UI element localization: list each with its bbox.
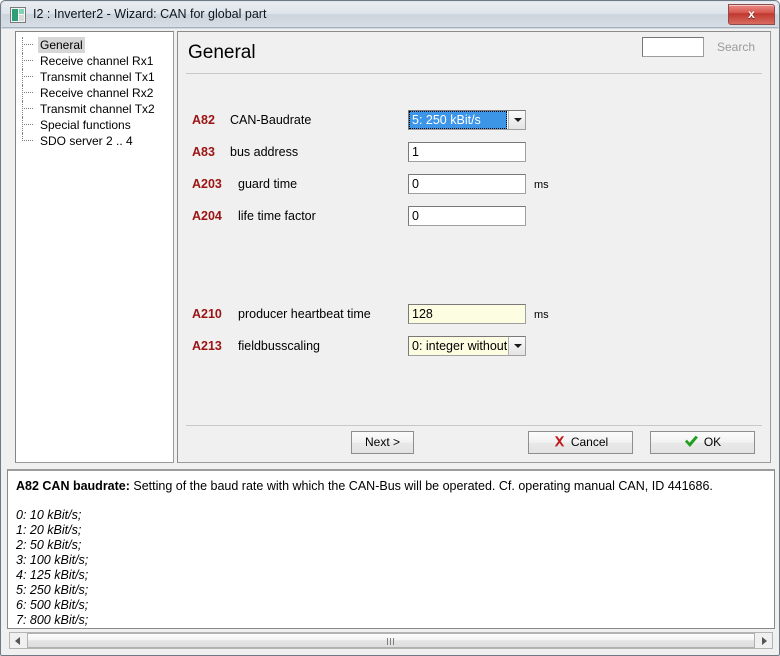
window-title: I2 : Inverter2 - Wizard: CAN for global … (33, 7, 267, 21)
tree-item-label: SDO server 2 .. 4 (40, 134, 133, 148)
scrollbar-grip-icon (387, 638, 396, 645)
tree-connector-dash (22, 76, 33, 78)
param-label-a204: life time factor (238, 209, 316, 223)
title-bar[interactable]: I2 : Inverter2 - Wizard: CAN for global … (2, 2, 778, 28)
help-option-7: 7: 800 kBit/s; (16, 613, 89, 627)
producer-heartbeat-time-input[interactable] (408, 304, 526, 324)
tree-item-receive-channel-rx1[interactable]: Receive channel Rx1 (16, 53, 173, 69)
window-icon (10, 7, 26, 23)
param-label-a203: guard time (238, 177, 298, 191)
help-panel[interactable]: A82 CAN baudrate: Setting of the baud ra… (7, 469, 775, 629)
tree-connector-dash (22, 92, 33, 94)
field-row-a210: A210 producer heartbeat time ms (178, 304, 770, 326)
horizontal-scrollbar[interactable] (9, 632, 773, 649)
search-button[interactable]: Search (707, 37, 765, 57)
field-row-a203: A203 guard time ms (178, 174, 770, 196)
ok-button-label: OK (703, 435, 722, 449)
help-lead-line: A82 CAN baudrate: Setting of the baud ra… (16, 478, 764, 494)
tree-item-label: General (38, 37, 85, 53)
scroll-left-arrow-icon[interactable] (10, 633, 26, 648)
navigation-tree[interactable]: General Receive channel Rx1 Transmit cha… (15, 31, 174, 463)
help-option-0: 0: 10 kBit/s; (16, 508, 82, 522)
field-row-a204: A204 life time factor (178, 206, 770, 228)
param-code-a210: A210 (192, 307, 222, 321)
cancel-x-icon (553, 434, 566, 455)
help-option-4: 4: 125 kBit/s; (16, 568, 89, 582)
param-label-a83: bus address (230, 145, 299, 159)
param-code-a213: A213 (192, 339, 222, 353)
tree-connector-dash (22, 124, 33, 126)
button-bar-divider (186, 425, 762, 426)
tree-item-sdo-server[interactable]: SDO server 2 .. 4 (16, 133, 173, 149)
search-input[interactable] (642, 37, 704, 57)
help-option-2: 2: 50 kBit/s; (16, 538, 82, 552)
help-param-code: A82 CAN baudrate: (16, 479, 130, 493)
param-label-a82: CAN-Baudrate (230, 113, 312, 127)
fieldbusscaling-value: 0: integer without (412, 339, 507, 353)
ok-check-icon (684, 434, 699, 455)
guard-time-unit: ms (534, 179, 549, 191)
guard-time-input[interactable] (408, 174, 526, 194)
dialog-window: I2 : Inverter2 - Wizard: CAN for global … (0, 0, 780, 656)
main-panel: General Search A82 CAN-Baudrate 5: 250 k… (177, 31, 771, 463)
help-spacer (16, 494, 764, 508)
tree-connector-dash (22, 140, 33, 142)
help-option-1: 1: 20 kBit/s; (16, 523, 82, 537)
page-title: General (188, 42, 256, 63)
bus-address-input[interactable] (408, 142, 526, 162)
param-code-a203: A203 (192, 177, 222, 191)
field-row-a83: A83 bus address (178, 142, 770, 164)
life-time-factor-input[interactable] (408, 206, 526, 226)
tree-connector-dash (22, 108, 33, 110)
field-row-a213: A213 fieldbusscaling 0: integer without (178, 336, 770, 358)
tree-connector-dash (22, 60, 33, 62)
scrollbar-thumb[interactable] (27, 633, 755, 648)
help-option-3: 3: 100 kBit/s; (16, 553, 89, 567)
cancel-button[interactable]: Cancel (528, 431, 633, 454)
tree-item-special-functions[interactable]: Special functions (16, 117, 173, 133)
cancel-button-label: Cancel (570, 435, 609, 449)
help-option-5: 5: 250 kBit/s; (16, 583, 89, 597)
param-label-a210: producer heartbeat time (238, 307, 371, 321)
tree-item-label: Transmit channel Tx2 (40, 102, 155, 116)
chevron-down-icon[interactable] (508, 111, 525, 129)
can-baudrate-value: 5: 250 kBit/s (409, 111, 507, 129)
chevron-down-icon[interactable] (508, 337, 525, 355)
ok-button[interactable]: OK (650, 431, 755, 454)
tree-item-receive-channel-rx2[interactable]: Receive channel Rx2 (16, 85, 173, 101)
param-code-a83: A83 (192, 145, 215, 159)
param-code-a204: A204 (192, 209, 222, 223)
tree-item-label: Special functions (40, 118, 131, 132)
title-divider (186, 73, 762, 74)
producer-heartbeat-time-unit: ms (534, 309, 549, 321)
can-baudrate-combo[interactable]: 5: 250 kBit/s (408, 110, 526, 130)
tree-item-label: Receive channel Rx2 (40, 86, 154, 100)
param-code-a82: A82 (192, 113, 215, 127)
tree-item-transmit-channel-tx2[interactable]: Transmit channel Tx2 (16, 101, 173, 117)
tree-item-label: Transmit channel Tx1 (40, 70, 155, 84)
help-description: Setting of the baud rate with which the … (129, 479, 713, 493)
help-option-6: 6: 500 kBit/s; (16, 598, 89, 612)
tree-connector-dash (22, 44, 33, 46)
field-row-a82: A82 CAN-Baudrate 5: 250 kBit/s (178, 110, 770, 132)
tree-item-transmit-channel-tx1[interactable]: Transmit channel Tx1 (16, 69, 173, 85)
close-button[interactable]: x (728, 4, 775, 25)
fieldbusscaling-combo[interactable]: 0: integer without (408, 336, 526, 356)
client-area: General Receive channel Rx1 Transmit cha… (5, 29, 777, 653)
param-label-a213: fieldbusscaling (238, 339, 320, 353)
tree-item-general[interactable]: General (16, 37, 173, 53)
tree-item-label: Receive channel Rx1 (40, 54, 154, 68)
next-button[interactable]: Next > (351, 431, 414, 454)
scroll-right-arrow-icon[interactable] (756, 633, 772, 648)
